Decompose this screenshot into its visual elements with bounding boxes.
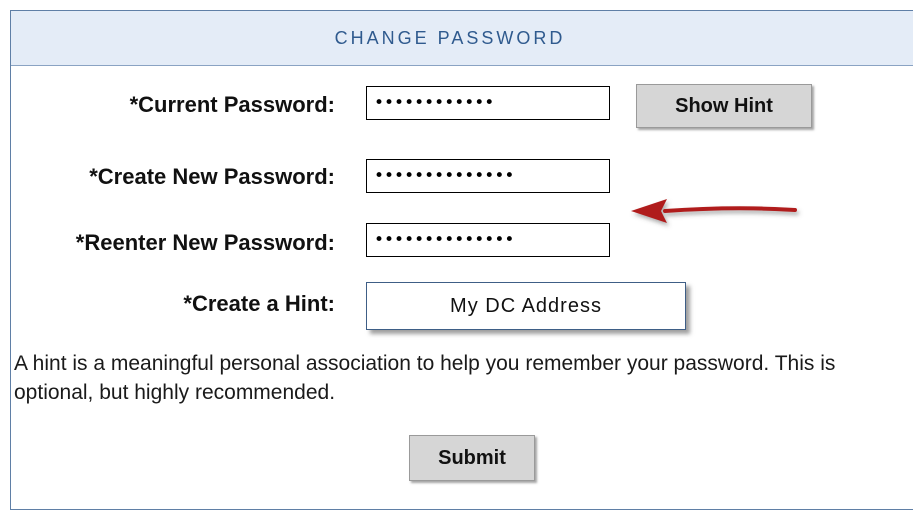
show-hint-button[interactable]: Show Hint (636, 84, 812, 128)
panel-header: CHANGE PASSWORD (11, 11, 913, 66)
new-password-label: *Create New Password: (89, 164, 335, 189)
arrow-icon (631, 199, 797, 223)
current-password-label: *Current Password: (129, 92, 335, 117)
reenter-password-input[interactable]: •••••••••••••• (366, 223, 610, 257)
hint-label: *Create a Hint: (183, 291, 335, 316)
submit-button[interactable]: Submit (409, 435, 535, 481)
hint-help-text: A hint is a meaningful personal associat… (14, 352, 836, 404)
current-password-input[interactable]: •••••••••••• (366, 86, 610, 120)
hint-input[interactable]: My DC Address (366, 282, 686, 330)
reenter-password-label: *Reenter New Password: (75, 230, 335, 255)
panel-title: CHANGE PASSWORD (334, 27, 566, 48)
new-password-input[interactable]: •••••••••••••• (366, 159, 610, 193)
